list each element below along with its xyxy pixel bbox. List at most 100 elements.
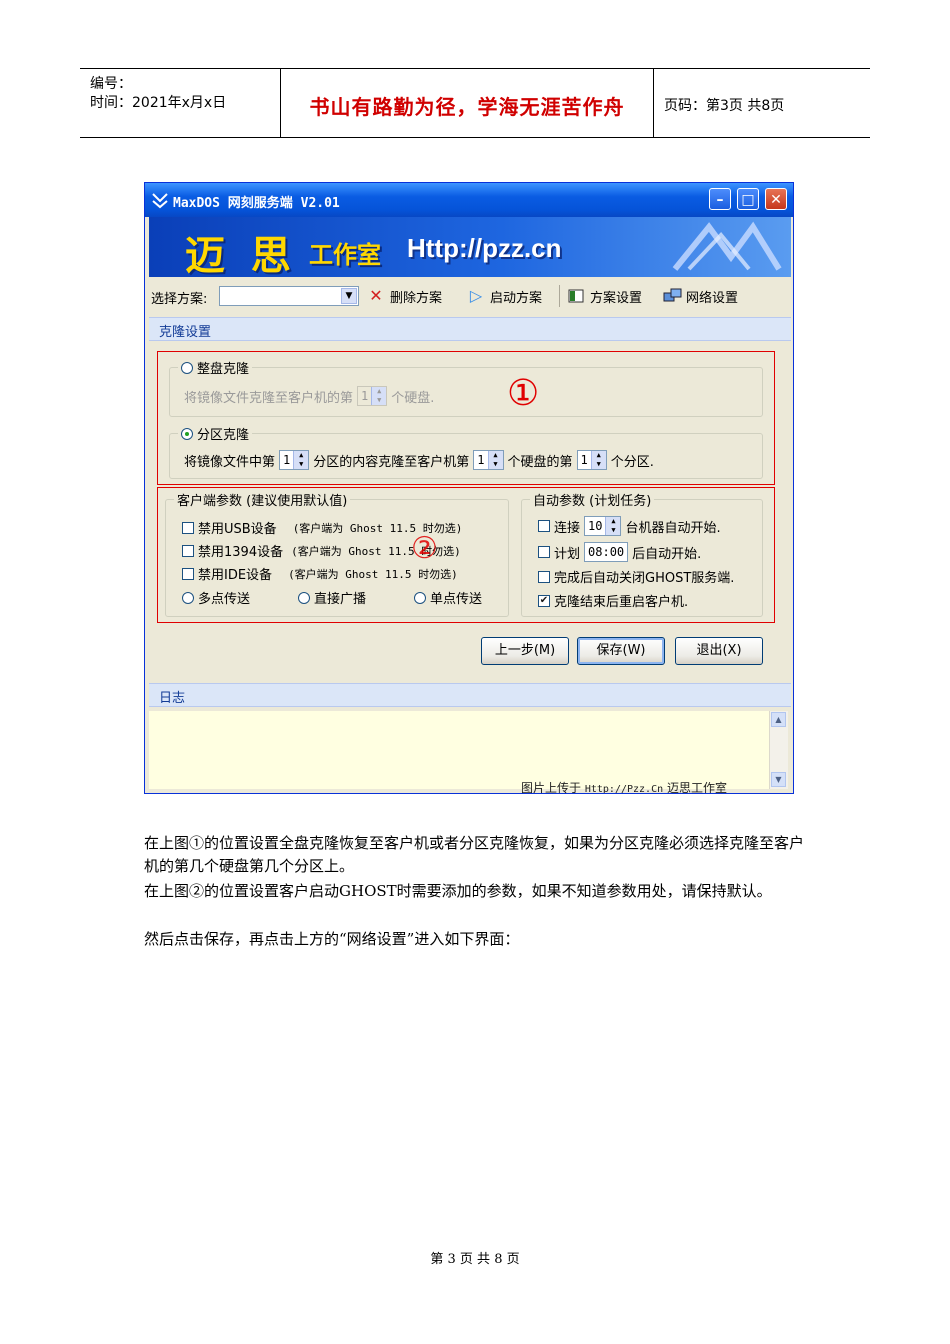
banner-studio: 工作室 — [309, 241, 381, 269]
multicast-option[interactable]: 多点传送 — [182, 588, 250, 607]
maximize-button[interactable]: □ — [737, 188, 759, 210]
title-bar[interactable]: MaxDOS 网刻服务端 V2.01 – □ ✕ — [145, 183, 793, 217]
marker-1-label: ① — [507, 373, 540, 414]
connect-checkbox[interactable] — [538, 520, 550, 532]
close-button[interactable]: ✕ — [765, 188, 787, 210]
network-computers-icon — [663, 287, 682, 305]
delete-x-icon: ✕ — [369, 286, 383, 305]
spinner-arrows-icon[interactable]: ▲ ▼ — [487, 451, 503, 469]
disable-1394-label: 禁用1394设备 — [198, 545, 284, 560]
source-partition-spinner[interactable]: 1 ▲ ▼ — [279, 450, 310, 470]
clone-settings-title: 克隆设置 — [159, 325, 212, 340]
connect-count-value: 10 — [588, 519, 603, 533]
connect-after-label: 台机器自动开始. — [625, 520, 721, 536]
whole-disk-row: 将镜像文件克隆至客户机的第 1 ▲ ▼ 个硬盘. — [184, 386, 434, 406]
start-scheme-button[interactable]: ▷ 启动方案 — [467, 284, 542, 308]
disable-usb-label: 禁用USB设备 — [198, 522, 277, 537]
plan-after-label: 后自动开始. — [632, 546, 702, 562]
header-page-cell: 页码：第3页 共8页 — [654, 69, 870, 137]
log-area[interactable] — [149, 711, 769, 789]
client-params-group: 客户端参数 (建议使用默认值) 禁用USB设备 (客户端为 Ghost 11.5… — [165, 490, 509, 617]
spinner-arrows-icon[interactable]: ▲ ▼ — [293, 451, 309, 469]
delete-scheme-button[interactable]: ✕ 删除方案 — [367, 284, 442, 308]
scheme-settings-label: 方案设置 — [590, 290, 643, 306]
close-server-label: 完成后自动关闭GHOST服务端. — [554, 571, 735, 586]
connect-count-spinner[interactable]: 10 ▲ ▼ — [584, 516, 622, 536]
spinner-arrows-icon[interactable]: ▲ ▼ — [590, 451, 606, 469]
connect-label: 连接 — [554, 520, 581, 536]
log-scrollbar[interactable]: ▲ ▼ — [769, 711, 788, 789]
broadcast-label: 直接广播 — [314, 592, 367, 607]
paragraph-2: 在上图②的位置设置客户启动GHOST时需要添加的参数，如果不知道参数用处，请保持… — [144, 882, 772, 900]
whole-disk-group: 整盘克隆 将镜像文件克隆至客户机的第 1 ▲ ▼ 个硬盘. — [169, 358, 763, 417]
maxdos-window: MaxDOS 网刻服务端 V2.01 – □ ✕ 迈 思 工作室 Http://… — [144, 182, 794, 794]
disable-1394-checkbox[interactable] — [182, 544, 194, 557]
plan-time-input[interactable]: 08:00 — [584, 542, 629, 562]
close-server-option[interactable]: 完成后自动关闭GHOST服务端. — [538, 567, 734, 586]
auto-params-group: 自动参数 (计划任务) 连接 10 ▲ ▼ 台机器自动开始. 计划 08:00 后… — [521, 490, 763, 617]
disable-ide-option[interactable]: 禁用IDE设备 (客户端为 Ghost 11.5 时勿选) — [182, 564, 458, 583]
partition-radio[interactable] — [181, 427, 193, 440]
settings-window-icon — [567, 287, 585, 305]
multicast-radio[interactable] — [182, 591, 194, 604]
time-label: 时间：2021年x月x日 — [90, 95, 227, 111]
whole-disk-text: 将镜像文件克隆至客户机的第 — [184, 390, 354, 406]
unicast-option[interactable]: 单点传送 — [414, 588, 482, 607]
scheme-select[interactable]: ▼ — [219, 286, 359, 306]
scroll-up-icon[interactable]: ▲ — [771, 712, 786, 727]
disable-ide-checkbox[interactable] — [182, 567, 194, 580]
partition-text-2: 分区的内容克隆至客户机第 — [313, 454, 470, 470]
plan-option: 计划 08:00 后自动开始. — [538, 542, 701, 562]
page-footer: 第 3 页 共 8 页 — [430, 1252, 520, 1267]
delete-scheme-label: 删除方案 — [390, 290, 443, 306]
restart-client-checkbox[interactable]: ✔ — [538, 594, 550, 607]
unicast-label: 单点传送 — [430, 592, 483, 607]
plan-checkbox[interactable] — [538, 546, 550, 558]
whole-disk-value: 1 — [361, 389, 369, 403]
log-header: 日志 — [149, 683, 791, 707]
disable-usb-checkbox[interactable] — [182, 521, 194, 534]
spinner-arrows-icon[interactable]: ▲ ▼ — [371, 387, 387, 405]
banner-brand: 迈 思 — [185, 232, 297, 279]
disable-ide-label: 禁用IDE设备 — [198, 568, 273, 583]
window-title: MaxDOS 网刻服务端 V2.01 — [173, 196, 340, 211]
broadcast-radio[interactable] — [298, 591, 310, 604]
watermark-prefix: 图片上传于 — [521, 781, 582, 794]
partition-label: 分区克隆 — [197, 428, 250, 443]
save-button[interactable]: 保存(W) — [577, 637, 665, 665]
whole-disk-radio[interactable] — [181, 361, 193, 374]
log-title: 日志 — [159, 691, 186, 706]
banner-url: Http://pzz.cn — [407, 233, 562, 263]
plan-time-value: 08:00 — [588, 545, 625, 559]
whole-disk-text-after: 个硬盘. — [391, 390, 435, 406]
whole-disk-option[interactable]: 整盘克隆 — [178, 358, 253, 377]
target-disk-spinner[interactable]: 1 ▲ ▼ — [473, 450, 504, 470]
scroll-down-icon[interactable]: ▼ — [771, 772, 786, 787]
partition-option[interactable]: 分区克隆 — [178, 424, 253, 443]
select-scheme-label: 选择方案: — [151, 292, 208, 307]
plan-label: 计划 — [554, 546, 581, 562]
watermark-suffix: 迈思工作室 — [666, 781, 727, 794]
restart-client-option[interactable]: ✔ 克隆结束后重启客户机. — [538, 591, 688, 610]
spinner-arrows-icon[interactable]: ▲ ▼ — [605, 517, 621, 535]
connect-option: 连接 10 ▲ ▼ 台机器自动开始. — [538, 516, 721, 536]
unicast-radio[interactable] — [414, 591, 426, 604]
clone-settings-header: 克隆设置 — [149, 317, 791, 341]
target-partition-spinner[interactable]: 1 ▲ ▼ — [576, 450, 607, 470]
network-settings-button[interactable]: 网络设置 — [663, 284, 738, 308]
broadcast-option[interactable]: 直接广播 — [298, 588, 366, 607]
chevron-down-icon[interactable]: ▼ — [341, 288, 357, 304]
toolbar: 选择方案: ▼ ✕ 删除方案 ▷ 启动方案 方案设置 网络设置 — [149, 279, 791, 313]
motto-text: 书山有路勤为径，学海无涯苦作舟 — [309, 95, 625, 119]
exit-button[interactable]: 退出(X) — [675, 637, 763, 665]
doc-number-label: 编号： — [90, 76, 132, 92]
partition-text-1: 将镜像文件中第 — [184, 454, 276, 470]
prev-step-button[interactable]: 上一步(M) — [481, 637, 569, 665]
disable-ide-note: (客户端为 Ghost 11.5 时勿选) — [288, 567, 458, 581]
close-server-checkbox[interactable] — [538, 570, 550, 583]
minimize-button[interactable]: – — [709, 188, 731, 210]
whole-disk-spinner[interactable]: 1 ▲ ▼ — [357, 386, 388, 406]
partition-group: 分区克隆 将镜像文件中第 1 ▲ ▼ 分区的内容克隆至客户机第 1 ▲ ▼ 个硬盘的… — [169, 424, 763, 479]
partition-text-4: 个分区. — [610, 454, 654, 470]
scheme-settings-button[interactable]: 方案设置 — [567, 284, 642, 308]
